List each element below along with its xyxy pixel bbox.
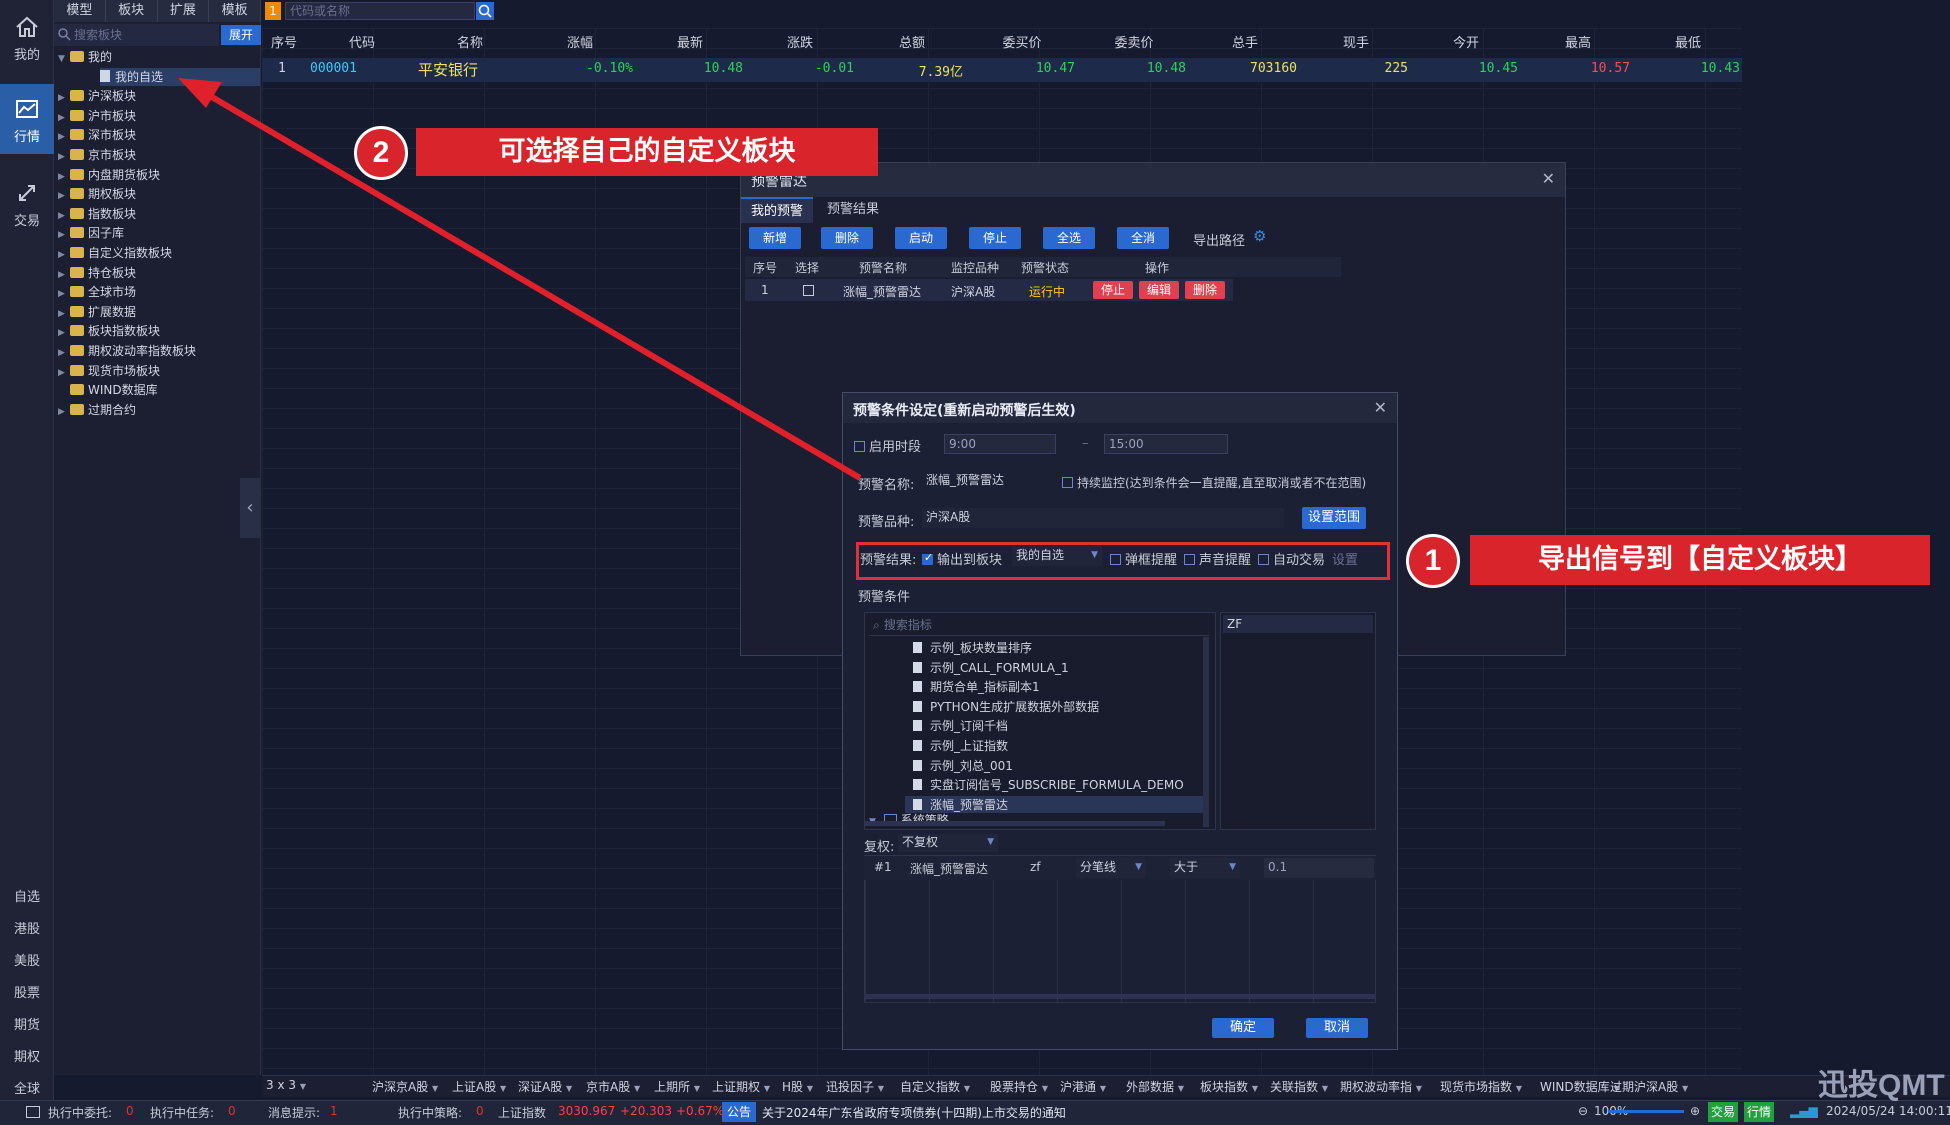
trade-status-tag[interactable]: 交易 <box>1708 1102 1738 1122</box>
chevron-down-icon: ▼ <box>806 1084 814 1093</box>
quote-status-tag[interactable]: 行情 <box>1744 1102 1774 1122</box>
chevron-down-icon: ▼ <box>1321 1084 1328 1093</box>
market-tab-label: 深证A股 <box>518 1080 563 1094</box>
task-label: 执行中任务: <box>150 1106 215 1120</box>
chevron-down-icon: ▼ <box>1415 1084 1422 1093</box>
arrow-head <box>178 78 222 108</box>
market-tab[interactable]: WIND数据库 ▼ <box>1540 1078 1620 1095</box>
market-tab-label: 京市A股 <box>586 1080 631 1094</box>
market-tab[interactable]: 深证A股 ▼ <box>518 1078 572 1095</box>
market-tab-label: 沪深京A股 <box>372 1080 429 1094</box>
market-tab-label: 沪港通 <box>1060 1080 1097 1094</box>
chevron-down-icon: ▼ <box>1682 1084 1689 1093</box>
market-tab[interactable]: 外部数据 ▼ <box>1126 1078 1184 1095</box>
chevron-down-icon: ▼ <box>1041 1084 1048 1093</box>
market-tab[interactable]: 上证A股 ▼ <box>452 1078 506 1095</box>
notice-text[interactable]: 关于2024年广东省政府专项债券(十四期)上市交易的通知 <box>762 1104 1066 1121</box>
chevron-down-icon: ▼ <box>299 1082 306 1091</box>
chevron-down-icon: ▼ <box>1515 1084 1522 1093</box>
entrust-label: 执行中委托: <box>48 1106 113 1120</box>
market-tab-label: 自定义指数 <box>900 1080 961 1094</box>
strategy-label: 执行中策略: <box>398 1106 463 1120</box>
market-tab[interactable]: 关联指数 ▼ <box>1270 1078 1328 1095</box>
annotation-banner-2: 可选择自己的自定义板块 <box>416 128 878 176</box>
market-tab[interactable]: 上证期权 ▼ <box>712 1078 770 1095</box>
market-tab-label: 期权波动率指 <box>1340 1080 1413 1094</box>
market-tab[interactable]: H股 ▼ <box>782 1078 813 1095</box>
zoom-slider[interactable] <box>1608 1110 1684 1113</box>
chevron-down-icon: ▼ <box>877 1084 884 1093</box>
market-tab[interactable]: 现货市场指数 ▼ <box>1440 1078 1522 1095</box>
chevron-down-icon: ▼ <box>566 1084 573 1093</box>
annotation-banner-1: 导出信号到【自定义板块】 <box>1470 535 1930 585</box>
monitor-icon[interactable] <box>26 1106 40 1118</box>
annotation-badge-1: 1 <box>1406 534 1460 588</box>
market-tab-label: WIND数据库 <box>1540 1080 1610 1094</box>
chevron-down-icon: ▼ <box>963 1084 970 1093</box>
market-tab-label: H股 <box>782 1080 804 1094</box>
market-tab-label: 现货市场指数 <box>1440 1080 1513 1094</box>
datetime: 2024/05/24 14:00:11 <box>1826 1104 1950 1118</box>
market-tab[interactable]: 期权波动率指 ▼ <box>1340 1078 1422 1095</box>
market-tab-label: 上证A股 <box>452 1080 497 1094</box>
index-name: 上证指数 <box>498 1106 547 1120</box>
market-tab-label: 过期沪深A股 <box>1610 1080 1679 1094</box>
chevron-down-icon: ▼ <box>1251 1084 1258 1093</box>
chevron-down-icon: ▼ <box>693 1084 700 1093</box>
market-tab-label: 外部数据 <box>1126 1080 1175 1094</box>
brand-watermark: 迅投QMT <box>1818 1069 1945 1102</box>
chevron-down-icon: ▼ <box>634 1084 641 1093</box>
market-tab[interactable]: 沪港通 ▼ <box>1060 1078 1106 1095</box>
chevron-down-icon: ▼ <box>1177 1084 1184 1093</box>
chevron-down-icon: ▼ <box>1099 1084 1106 1093</box>
market-tab-label: 股票持仓 <box>990 1080 1039 1094</box>
market-tab[interactable]: 京市A股 ▼ <box>586 1078 640 1095</box>
market-tab-bar <box>262 1075 1950 1097</box>
zoom-out-icon[interactable]: ⊖ <box>1578 1104 1588 1118</box>
market-tab[interactable]: 迅投因子 ▼ <box>826 1078 884 1095</box>
market-tab[interactable]: 板块指数 ▼ <box>1200 1078 1258 1095</box>
message-count: 1 <box>330 1104 338 1118</box>
chevron-down-icon: ▼ <box>763 1084 770 1093</box>
market-tab-label: 迅投因子 <box>826 1080 875 1094</box>
market-tab[interactable]: 股票持仓 ▼ <box>990 1078 1048 1095</box>
market-tab-label: 上证期权 <box>712 1080 761 1094</box>
index-change: +20.303 <box>620 1104 673 1118</box>
chevron-down-icon: ▼ <box>432 1084 439 1093</box>
market-tab-label: 关联指数 <box>1270 1080 1319 1094</box>
market-tab[interactable]: 3 x 3 ▼ <box>266 1078 306 1092</box>
market-tab-label: 板块指数 <box>1200 1080 1249 1094</box>
market-tab-label: 3 x 3 <box>266 1078 296 1092</box>
annotation-badge-2: 2 <box>354 126 408 180</box>
strategy-count: 0 <box>476 1104 484 1118</box>
message-label[interactable]: 消息提示: <box>268 1104 320 1121</box>
market-tab[interactable]: 过期沪深A股 ▼ <box>1610 1078 1688 1095</box>
notice-tag: 公告 <box>722 1102 756 1122</box>
chevron-down-icon: ▼ <box>500 1084 507 1093</box>
market-tab-label: 上期所 <box>654 1080 691 1094</box>
market-tab[interactable]: 自定义指数 ▼ <box>900 1078 970 1095</box>
signal-icon: ▂▄▆ <box>1790 1104 1818 1118</box>
entrust-count: 0 <box>126 1104 134 1118</box>
zoom-in-icon[interactable]: ⊕ <box>1690 1104 1700 1118</box>
market-tab[interactable]: 上期所 ▼ <box>654 1078 700 1095</box>
index-percent: +0.67% <box>676 1104 725 1118</box>
index-value: 3030.967 <box>558 1104 616 1118</box>
task-count: 0 <box>228 1104 236 1118</box>
market-tab[interactable]: 沪深京A股 ▼ <box>372 1078 438 1095</box>
